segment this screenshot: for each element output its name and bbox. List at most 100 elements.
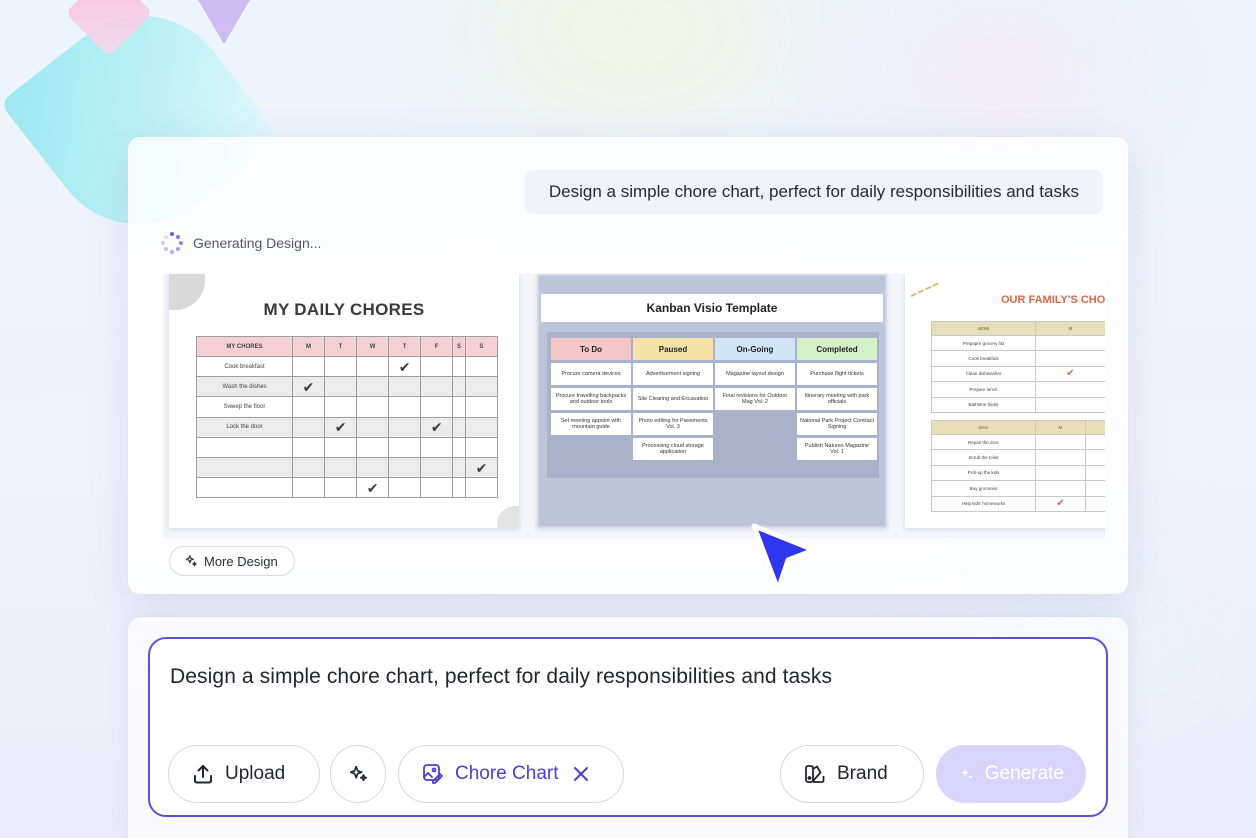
design-card-kanban[interactable]: Kanban Visio Template To Do Procure camer… [537, 274, 887, 528]
chore-name: Bathtime (kids) [931, 396, 1036, 413]
day-cell [388, 376, 422, 398]
kanban-card: Set meeting appoint with mountain guide [551, 413, 631, 435]
kanban-column: Completed Purchase flight tickets Itinerar… [797, 338, 877, 460]
sparkles-icon [960, 768, 973, 779]
day-cell: ✔ [324, 416, 358, 438]
table-row: Cook breakfast ✔ [196, 355, 499, 378]
day-cell [420, 355, 454, 378]
column-header-chores: MY CHORES [196, 336, 293, 357]
kanban-card: Final revisions for Outdoor Mag Vol. 2 [715, 388, 795, 410]
day-cell [356, 416, 390, 438]
chore-chart-chip[interactable]: Chore Chart [398, 745, 624, 803]
day-cell [1035, 381, 1105, 398]
chore-name: Lock the door [196, 416, 293, 438]
brand-palette-icon [805, 765, 825, 783]
card-title: Kanban Visio Template [541, 294, 883, 322]
day-cell [356, 436, 390, 458]
chore-name: Prepapre grocery list [931, 334, 1036, 352]
day-cell: ✔ [388, 355, 422, 378]
day-cell: ✔ [291, 376, 326, 398]
generate-button[interactable]: Generate [936, 745, 1086, 803]
kanban-column: Paused Advertisement signing Site Clearing… [633, 338, 713, 460]
day-cell [356, 355, 390, 378]
column-header-day: T [324, 336, 358, 357]
pointer-cursor-icon [751, 523, 817, 593]
kanban-card: Procure camera devices [551, 363, 631, 385]
column-header: M [1035, 321, 1105, 336]
day-cell [1035, 464, 1086, 482]
design-card-family-chores[interactable]: OUR FAMILY'S CHO MOMMTPrepapre grocery l… [905, 274, 1105, 528]
column-header-day: S [452, 336, 466, 357]
table-row: Prepare lunch [931, 381, 1105, 398]
checkmark-icon: ✔ [1056, 498, 1065, 510]
day-cell [1084, 433, 1105, 451]
table-header-row: MOMMT [931, 321, 1105, 336]
day-cell [1035, 334, 1105, 352]
day-cell [464, 477, 499, 499]
day-cell [464, 376, 499, 398]
more-design-button[interactable]: More Design [169, 546, 295, 576]
close-icon[interactable] [573, 766, 589, 782]
magic-enhance-button[interactable] [330, 745, 386, 803]
kanban-card: Advertisement signing [633, 363, 713, 385]
day-cell [1084, 495, 1105, 512]
brand-button[interactable]: Brand [780, 745, 924, 803]
day-cell [291, 355, 326, 378]
card-title: OUR FAMILY'S CHO [1001, 294, 1105, 306]
day-cell [324, 477, 358, 499]
kanban-column: On-Going Magazine layout design Final revi… [715, 338, 795, 410]
chore-name: Buy groceries [931, 480, 1036, 497]
table-row: ✔ [196, 477, 499, 499]
image-edit-icon [423, 764, 443, 784]
kanban-card: National Park Project Contract Signing [797, 413, 877, 435]
kanban-card: Processing cloud storage application [633, 438, 713, 460]
table-row: Lock the door ✔ ✔ [196, 416, 499, 438]
day-cell [452, 456, 466, 479]
table-row: Repair the door [931, 433, 1105, 451]
chore-name: Sweep the floor [196, 396, 293, 418]
table-row [196, 436, 499, 458]
chores-table: MY CHORES M T W T F S S Cook breakfast ✔ Wash the… [196, 336, 499, 499]
chore-chart-label: Chore Chart [455, 763, 559, 784]
chore-name: Prepare lunch [931, 381, 1036, 398]
checkmark-icon: ✔ [1066, 368, 1075, 380]
prompt-input-text[interactable]: Design a simple chore chart, perfect for… [170, 665, 832, 689]
upload-button[interactable]: Upload [168, 745, 320, 803]
day-cell [291, 436, 326, 458]
checkmark-icon: ✔ [398, 358, 411, 375]
day-cell [420, 396, 454, 418]
day-cell [356, 456, 390, 479]
column-header: DAD [931, 420, 1036, 435]
checkmark-icon: ✔ [334, 419, 347, 436]
day-cell [1035, 449, 1086, 466]
sparkles-icon [349, 765, 368, 782]
day-cell [1084, 480, 1105, 497]
sparkle-icon [185, 555, 197, 567]
day-cell [291, 477, 326, 499]
chore-name [196, 436, 293, 458]
table-row: Sweep the floor [196, 396, 499, 418]
day-cell [324, 376, 358, 398]
prompt-input[interactable]: Design a simple chore chart, perfect for… [148, 637, 1108, 817]
day-cell [452, 355, 466, 378]
day-cell [452, 477, 466, 499]
design-card-daily-chores[interactable]: MY DAILY CHORES MY CHORES M T W T F S S Cook br… [169, 274, 519, 528]
checkmark-icon: ✔ [366, 479, 379, 496]
column-header-day: T [388, 336, 422, 357]
day-cell [452, 436, 466, 458]
day-cell: ✔ [1035, 365, 1105, 383]
chore-name: Help kids' homeworks [931, 495, 1036, 512]
day-cell [324, 436, 358, 458]
day-cell: ✔ [1035, 495, 1086, 512]
generate-label: Generate [984, 763, 1064, 784]
day-cell [324, 396, 358, 418]
kanban-card: Itinerary meeting with park officials [797, 388, 877, 410]
day-cell [420, 436, 454, 458]
composer-card: Design a simple chore chart, perfect for… [128, 617, 1128, 838]
dad-chores-table: DADMTRepair the doorScrub the toilet✔Pic… [931, 420, 1105, 512]
mom-chores-table: MOMMTPrepapre grocery listCook breakfast… [931, 321, 1105, 413]
day-cell [291, 416, 326, 438]
day-cell [324, 456, 358, 479]
checkmark-icon: ✔ [302, 378, 315, 395]
kanban-card: Site Clearing and Excavation [633, 388, 713, 410]
